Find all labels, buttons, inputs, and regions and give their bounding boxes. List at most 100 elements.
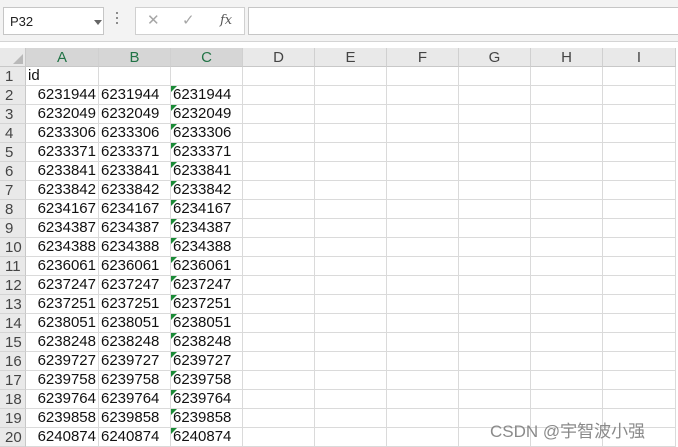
cell-c[interactable]: 6238248 [171, 333, 243, 352]
cell-d[interactable] [243, 390, 315, 409]
cell-g[interactable] [459, 86, 531, 105]
cell-c[interactable]: 6234387 [171, 219, 243, 238]
cell-d[interactable] [243, 124, 315, 143]
row-header[interactable]: 15 [0, 333, 26, 352]
cell-d[interactable] [243, 143, 315, 162]
cell-d[interactable] [243, 295, 315, 314]
cell-i[interactable] [603, 257, 676, 276]
cell-f[interactable] [387, 162, 459, 181]
row-header[interactable]: 13 [0, 295, 26, 314]
cell-f[interactable] [387, 238, 459, 257]
row-header[interactable]: 19 [0, 409, 26, 428]
cell-g[interactable] [459, 371, 531, 390]
cell-i[interactable] [603, 276, 676, 295]
cell-f[interactable] [387, 181, 459, 200]
cell-b[interactable]: 6239758 [99, 371, 171, 390]
cell-i[interactable] [603, 333, 676, 352]
cell-f[interactable] [387, 67, 459, 86]
cell-a[interactable]: 6233371 [26, 143, 99, 162]
column-header-b[interactable]: B [99, 48, 171, 67]
cell-i[interactable] [603, 219, 676, 238]
cell-b[interactable]: 6234388 [99, 238, 171, 257]
select-all-button[interactable] [0, 48, 26, 67]
cell-d[interactable] [243, 409, 315, 428]
cell-b[interactable]: 6236061 [99, 257, 171, 276]
cell-h[interactable] [531, 162, 603, 181]
cell-c[interactable] [171, 67, 243, 86]
row-header[interactable]: 14 [0, 314, 26, 333]
cell-c[interactable]: 6239727 [171, 352, 243, 371]
cell-f[interactable] [387, 314, 459, 333]
cell-c[interactable]: 6231944 [171, 86, 243, 105]
row-header[interactable]: 18 [0, 390, 26, 409]
formula-input[interactable] [248, 7, 678, 35]
cell-g[interactable] [459, 143, 531, 162]
cell-b[interactable]: 6240874 [99, 428, 171, 447]
cell-d[interactable] [243, 219, 315, 238]
cell-b[interactable]: 6237247 [99, 276, 171, 295]
cell-b[interactable]: 6233371 [99, 143, 171, 162]
cell-h[interactable] [531, 219, 603, 238]
row-header[interactable]: 10 [0, 238, 26, 257]
cell-e[interactable] [315, 181, 387, 200]
row-header[interactable]: 6 [0, 162, 26, 181]
column-header-e[interactable]: E [315, 48, 387, 67]
cell-c[interactable]: 6237247 [171, 276, 243, 295]
cell-c[interactable]: 6233841 [171, 162, 243, 181]
cell-f[interactable] [387, 86, 459, 105]
cell-g[interactable] [459, 352, 531, 371]
cancel-icon[interactable]: ✕ [147, 13, 160, 29]
cell-d[interactable] [243, 181, 315, 200]
cell-a[interactable]: 6240874 [26, 428, 99, 447]
row-header[interactable]: 8 [0, 200, 26, 219]
row-header[interactable]: 16 [0, 352, 26, 371]
cell-e[interactable] [315, 276, 387, 295]
row-header[interactable]: 17 [0, 371, 26, 390]
cell-f[interactable] [387, 124, 459, 143]
cell-d[interactable] [243, 371, 315, 390]
cell-i[interactable] [603, 352, 676, 371]
cell-a[interactable]: 6234167 [26, 200, 99, 219]
cell-e[interactable] [315, 333, 387, 352]
cell-c[interactable]: 6240874 [171, 428, 243, 447]
cell-h[interactable] [531, 276, 603, 295]
cell-a[interactable]: 6232049 [26, 105, 99, 124]
cell-e[interactable] [315, 314, 387, 333]
cell-e[interactable] [315, 200, 387, 219]
cell-a[interactable]: 6236061 [26, 257, 99, 276]
column-header-d[interactable]: D [243, 48, 315, 67]
cell-e[interactable] [315, 162, 387, 181]
cell-c[interactable]: 6233306 [171, 124, 243, 143]
cell-g[interactable] [459, 295, 531, 314]
cell-g[interactable] [459, 219, 531, 238]
row-header[interactable]: 5 [0, 143, 26, 162]
cell-c[interactable]: 6234388 [171, 238, 243, 257]
column-header-c[interactable]: C [171, 48, 243, 67]
cell-i[interactable] [603, 238, 676, 257]
cell-e[interactable] [315, 238, 387, 257]
cell-f[interactable] [387, 276, 459, 295]
cell-h[interactable] [531, 257, 603, 276]
cell-b[interactable]: 6232049 [99, 105, 171, 124]
check-icon[interactable]: ✓ [182, 13, 195, 29]
cell-d[interactable] [243, 86, 315, 105]
cell-e[interactable] [315, 428, 387, 447]
cell-h[interactable] [531, 67, 603, 86]
cell-e[interactable] [315, 219, 387, 238]
cell-e[interactable] [315, 124, 387, 143]
cell-d[interactable] [243, 333, 315, 352]
cell-a[interactable]: 6234388 [26, 238, 99, 257]
cell-g[interactable] [459, 105, 531, 124]
row-header[interactable]: 2 [0, 86, 26, 105]
cell-b[interactable]: 6234167 [99, 200, 171, 219]
cell-i[interactable] [603, 162, 676, 181]
cell-h[interactable] [531, 352, 603, 371]
cell-d[interactable] [243, 200, 315, 219]
cell-g[interactable] [459, 124, 531, 143]
cell-i[interactable] [603, 124, 676, 143]
cell-g[interactable] [459, 162, 531, 181]
cell-h[interactable] [531, 390, 603, 409]
cell-h[interactable] [531, 238, 603, 257]
cell-e[interactable] [315, 409, 387, 428]
cell-h[interactable] [531, 105, 603, 124]
